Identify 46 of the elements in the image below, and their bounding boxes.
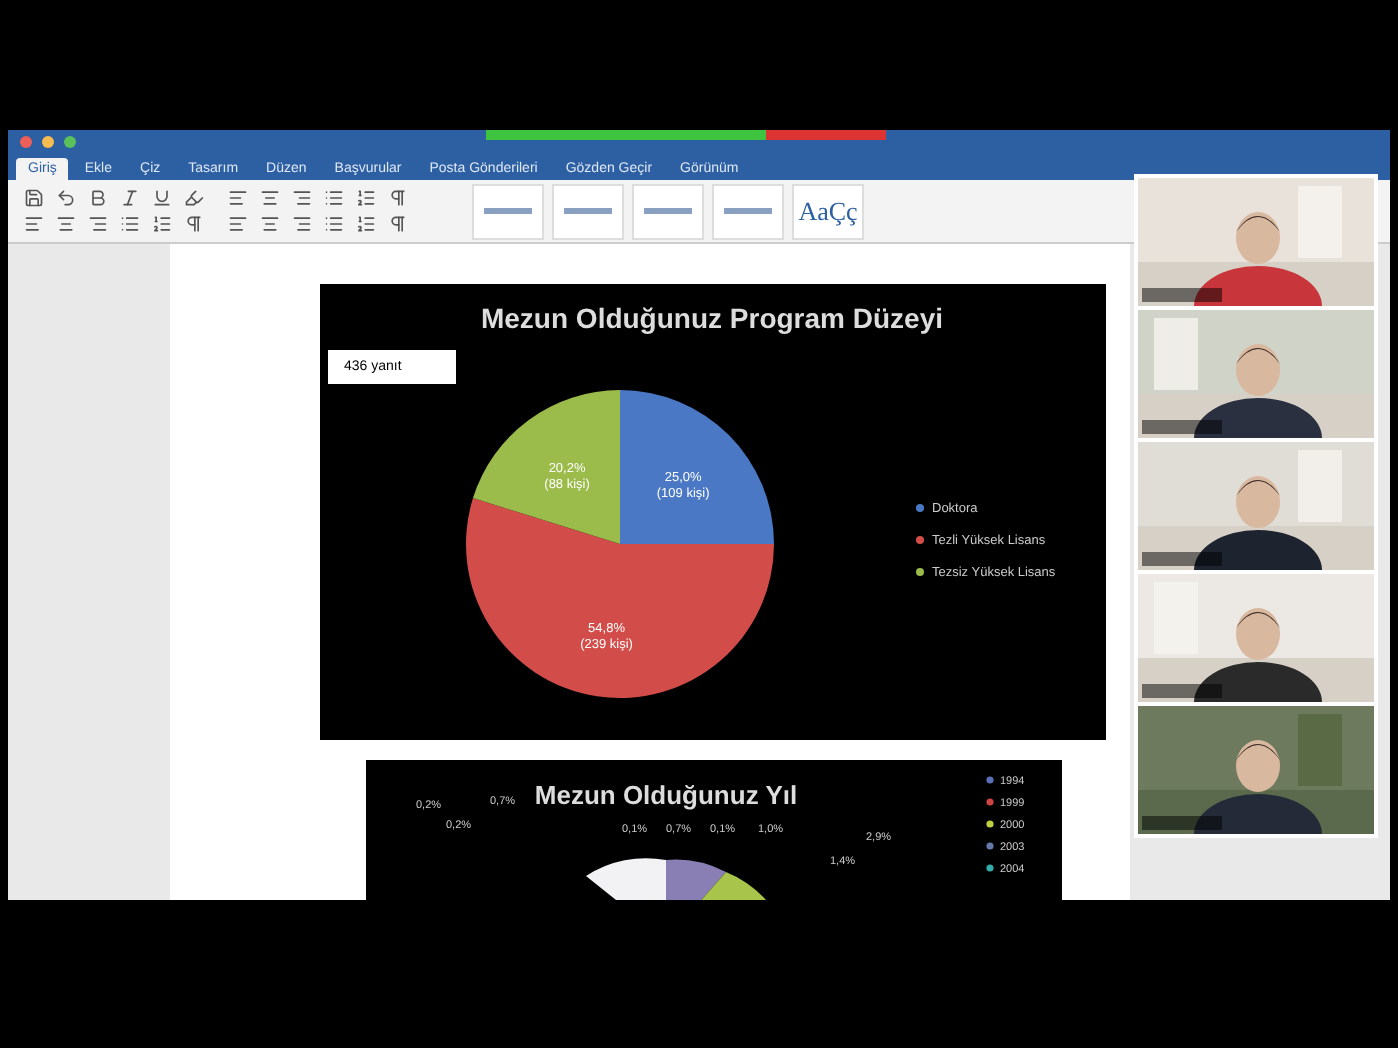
legend-marker-icon (986, 842, 994, 850)
align-left-icon[interactable] (24, 214, 44, 235)
pilcrow-icon[interactable] (184, 214, 204, 235)
underline-icon[interactable] (152, 188, 172, 209)
legend-marker-icon (916, 504, 924, 512)
zoom-button[interactable] (64, 136, 76, 149)
pilcrow-icon[interactable] (388, 214, 408, 235)
align-right-icon[interactable] (292, 188, 312, 209)
align-left-icon[interactable] (228, 188, 248, 209)
bullet-list-icon[interactable] (324, 214, 344, 235)
align-center-icon[interactable] (260, 214, 280, 235)
align-right-icon[interactable] (88, 214, 108, 235)
numbered-list-icon[interactable] (356, 214, 376, 235)
align-center-icon[interactable] (56, 214, 76, 235)
align-right-icon[interactable] (292, 214, 312, 235)
highlighter-icon[interactable] (184, 188, 204, 209)
style-preset[interactable] (712, 183, 784, 240)
align-left-icon[interactable] (228, 214, 248, 235)
minimize-button[interactable] (42, 136, 54, 149)
style-preset[interactable]: AaÇç (792, 183, 864, 240)
legend-marker-icon (986, 776, 994, 784)
style-preview-icon (644, 208, 692, 215)
bold-icon[interactable] (88, 188, 108, 209)
numbered-list-icon[interactable] (152, 214, 172, 235)
align-center-icon[interactable] (260, 188, 280, 209)
legend-marker-icon (916, 536, 924, 544)
legend-marker-icon (916, 568, 924, 576)
style-sample: AaÇç (798, 195, 858, 228)
legend-marker-icon (986, 798, 994, 806)
legend-marker-icon (986, 864, 994, 872)
chart-title: Mezun Olduğunuz Yıl (534, 780, 798, 810)
style-preset[interactable] (552, 183, 624, 240)
bullet-list-icon[interactable] (120, 214, 140, 235)
save-icon[interactable] (24, 188, 44, 209)
legend-marker-icon (986, 820, 994, 828)
style-preset[interactable] (632, 183, 704, 240)
style-preview-icon (564, 208, 612, 215)
numbered-list-icon[interactable] (356, 188, 376, 209)
chart-title: Mezun Olduğunuz Program Düzeyi (481, 302, 943, 334)
pilcrow-icon[interactable] (388, 188, 408, 209)
undo-icon[interactable] (56, 188, 76, 209)
style-preset[interactable] (472, 183, 544, 240)
style-preview-icon (724, 208, 772, 215)
style-preview-icon (484, 208, 532, 215)
bullet-list-icon[interactable] (324, 188, 344, 209)
italic-icon[interactable] (120, 188, 140, 209)
